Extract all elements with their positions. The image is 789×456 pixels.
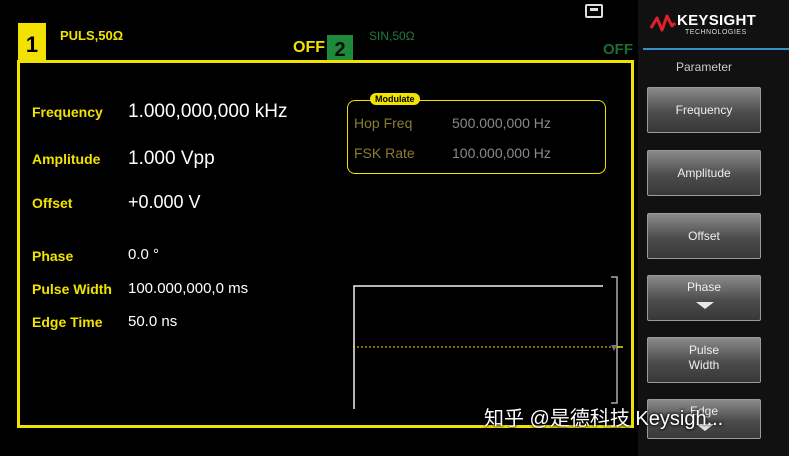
- offset-label: Offset: [32, 195, 73, 211]
- softkey-pulse-width-label-line1: Pulse: [688, 343, 720, 357]
- softkey-pulse-width-label-line2: Width: [688, 358, 720, 372]
- sidebar-title: Parameter: [675, 60, 733, 74]
- brand-name: KEYSIGHT: [677, 12, 757, 29]
- pulse-width-value[interactable]: 100.000,000,0 ms: [128, 280, 248, 297]
- waveform-preview: [353, 285, 611, 409]
- brand-subtitle: TECHNOLOGIES: [685, 29, 747, 36]
- keysight-logo-icon: [650, 14, 676, 32]
- softkey-offset[interactable]: Offset: [647, 213, 761, 259]
- marker-icon: [611, 345, 617, 351]
- phase-label: Phase: [32, 248, 74, 264]
- hop-freq-label: Hop Freq: [354, 115, 413, 131]
- sidebar-separator: [643, 48, 789, 50]
- softkey-amplitude[interactable]: Amplitude: [647, 150, 761, 196]
- frequency-value[interactable]: 1.000,000,000 kHz: [128, 101, 288, 123]
- amplitude-value[interactable]: 1.000 Vpp: [128, 148, 215, 170]
- softkey-offset-label: Offset: [688, 229, 720, 243]
- amplitude-label: Amplitude: [32, 151, 101, 167]
- channel-2-name: SIN,50Ω: [369, 29, 415, 43]
- softkey-phase[interactable]: Phase: [647, 275, 761, 321]
- modulate-tag: Modulate: [370, 93, 420, 105]
- softkey-pulse-width[interactable]: Pulse Width: [647, 337, 761, 383]
- fsk-rate-label: FSK Rate: [354, 145, 415, 161]
- channel-1-number: 1: [18, 23, 46, 61]
- edge-time-value[interactable]: 50.0 ns: [128, 313, 177, 330]
- channel-1-tab[interactable]: 1 PULS,50Ω OFF: [18, 23, 331, 61]
- softkey-frequency-label: Frequency: [675, 103, 733, 117]
- channel-1-output-state: OFF: [293, 39, 325, 56]
- channel-1-name: PULS,50Ω: [60, 28, 124, 43]
- offset-value[interactable]: +0.000 V: [128, 192, 201, 213]
- edge-time-label: Edge Time: [32, 314, 103, 330]
- usb-icon: [585, 4, 603, 18]
- hop-freq-value[interactable]: 500.000,000 Hz: [452, 115, 551, 131]
- softkey-phase-label: Phase: [686, 280, 722, 294]
- channel-2-output-state: OFF: [603, 41, 633, 58]
- softkey-frequency[interactable]: Frequency: [647, 87, 761, 133]
- phase-value[interactable]: 0.0 °: [128, 246, 159, 263]
- channel-2-number: 2: [327, 35, 353, 61]
- keysight-logo: KEYSIGHT TECHNOLOGIES: [646, 8, 786, 42]
- frequency-label: Frequency: [32, 104, 103, 120]
- modulate-box: [347, 100, 606, 174]
- down-arrow-icon: [696, 302, 714, 309]
- channel-2-tab[interactable]: 2 SIN,50Ω OFF: [327, 23, 637, 61]
- waveform-scale: [611, 276, 623, 404]
- fsk-rate-value[interactable]: 100.000,000 Hz: [452, 145, 551, 161]
- softkey-amplitude-label: Amplitude: [677, 166, 731, 180]
- pulse-width-label: Pulse Width: [32, 281, 112, 297]
- watermark-text: 知乎 @是德科技 Keysigh...: [484, 408, 724, 430]
